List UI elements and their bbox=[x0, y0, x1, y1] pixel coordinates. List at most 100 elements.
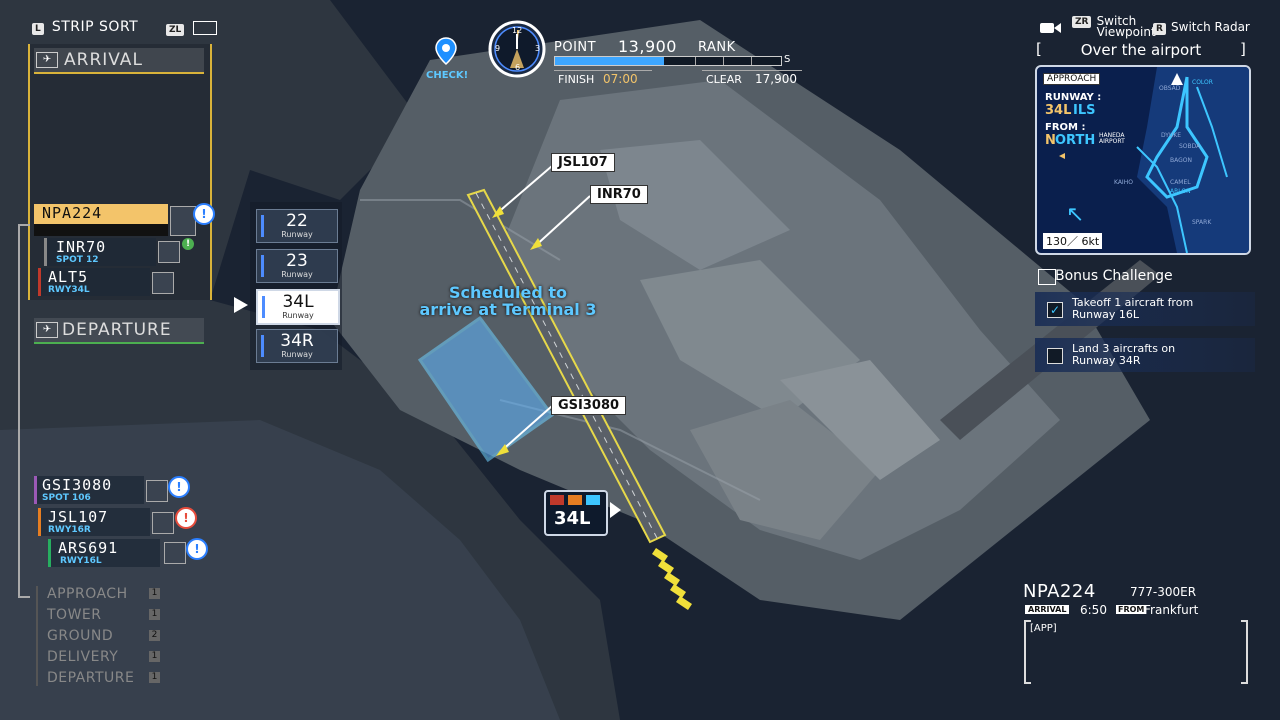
screen-toggle-icon bbox=[193, 20, 218, 35]
runway-option-22[interactable]: 22 Runway bbox=[256, 209, 338, 243]
category-count: 2 bbox=[149, 630, 160, 641]
callout-jsl107[interactable]: JSL107 bbox=[551, 153, 615, 172]
radar-from-value: ORTH bbox=[1055, 133, 1096, 148]
comm-log-panel: [APP] bbox=[1024, 620, 1248, 684]
runway-tag[interactable]: 34L bbox=[544, 490, 608, 536]
runway-option-name: 34R bbox=[280, 331, 314, 351]
selection-arrow-icon bbox=[234, 297, 248, 313]
landing-icon bbox=[170, 206, 196, 236]
info-time: 6:50 bbox=[1080, 603, 1107, 617]
rank-progress-bar bbox=[554, 56, 782, 66]
strip-callsign: GSI3080 bbox=[42, 476, 113, 494]
category-count: 1 bbox=[149, 672, 160, 683]
switch-radar-control[interactable]: R Switch Radar bbox=[1153, 16, 1250, 35]
runway-option-sub: Runway bbox=[281, 270, 313, 279]
clock-number: 9 bbox=[495, 44, 501, 53]
category-departure[interactable]: DEPARTURE bbox=[47, 670, 134, 686]
radar-runway-ils: ILS bbox=[1073, 103, 1096, 118]
alert-icon: ! bbox=[168, 476, 190, 498]
strip-callsign: NPA224 bbox=[42, 204, 103, 222]
runway-option-name: 22 bbox=[286, 211, 308, 231]
strip-jsl107[interactable]: JSL107 RWY16R bbox=[38, 508, 150, 536]
callout-inr70[interactable]: INR70 bbox=[590, 185, 648, 204]
radar-minimap[interactable]: APPROACH RUNWAY : 34L ILS FROM : N ORTH … bbox=[1035, 65, 1251, 255]
strip-sort-label: STRIP SORT bbox=[51, 19, 139, 35]
runway-tag-label: 34L bbox=[554, 508, 591, 529]
point-value: 13,900 bbox=[618, 37, 677, 56]
clock-number: 12 bbox=[512, 26, 523, 35]
radar-fix-label: BAGON bbox=[1170, 157, 1192, 164]
info-from-tag: FROM bbox=[1116, 605, 1147, 614]
radar-from-label: FROM : bbox=[1045, 122, 1086, 133]
divider bbox=[554, 70, 652, 71]
strip-gsi3080[interactable]: GSI3080 SPOT 106 bbox=[34, 476, 144, 504]
strip-inr70[interactable]: INR70 SPOT 12 bbox=[44, 238, 156, 266]
radar-runway-value: 34L bbox=[1045, 103, 1072, 118]
runway-option-sub: Runway bbox=[281, 230, 313, 239]
ground-icon bbox=[158, 241, 180, 263]
clear-label: CLEAR bbox=[706, 73, 742, 86]
bonus-item-text: Takeoff 1 aircraft from Runway 16L bbox=[1072, 296, 1194, 321]
aircraft-marker-icon bbox=[1059, 153, 1065, 159]
point-label: POINT bbox=[554, 40, 597, 55]
bonus-title: Bonus Challenge bbox=[1055, 268, 1173, 284]
document-icon bbox=[1038, 269, 1056, 285]
category-count: 1 bbox=[149, 651, 160, 662]
rank-letter: S bbox=[784, 54, 791, 65]
category-delivery[interactable]: DELIVERY bbox=[47, 649, 118, 665]
zr-button-key: ZR bbox=[1072, 16, 1092, 28]
divider bbox=[702, 70, 802, 71]
l-button-key: L bbox=[32, 23, 44, 35]
strip-sub: RWY16R bbox=[48, 525, 91, 535]
category-approach[interactable]: APPROACH bbox=[47, 586, 128, 602]
comm-log-text: [APP] bbox=[1030, 623, 1057, 634]
radar-fix-label: SPARK bbox=[1192, 219, 1212, 226]
runway-option-34r[interactable]: 34R Runway bbox=[256, 329, 338, 363]
radar-runway-label: RUNWAY : bbox=[1045, 92, 1102, 103]
strip-ars691[interactable]: ARS691 RWY16L bbox=[48, 539, 160, 567]
rank-label: RANK bbox=[698, 40, 736, 55]
check-marker[interactable] bbox=[432, 36, 460, 66]
rank-progress-fill bbox=[555, 57, 664, 65]
alert-icon: ! bbox=[186, 538, 208, 560]
clock-number: 3 bbox=[535, 44, 541, 53]
departure-header-label: DEPARTURE bbox=[62, 320, 172, 340]
strip-callsign: JSL107 bbox=[48, 508, 109, 526]
runway-option-23[interactable]: 23 Runway bbox=[256, 249, 338, 283]
radar-wind: 130／ 6kt bbox=[1043, 233, 1103, 249]
strip-callsign: ALT5 bbox=[48, 268, 89, 286]
switch-viewpoint-control[interactable]: ZR Switch Viewpoint bbox=[1072, 15, 1156, 40]
category-count: 1 bbox=[149, 609, 160, 620]
status-light-red bbox=[550, 495, 564, 505]
strip-npa224-detail bbox=[34, 224, 168, 236]
category-ground[interactable]: GROUND bbox=[47, 628, 113, 644]
departure-plane-icon: ✈ bbox=[36, 322, 58, 338]
strip-sort-control[interactable]: L STRIP SORT bbox=[32, 16, 138, 35]
gate-icon bbox=[146, 480, 168, 502]
location-pin-icon bbox=[435, 37, 457, 66]
bracket-right: ] bbox=[1240, 40, 1246, 58]
category-tower[interactable]: TOWER bbox=[47, 607, 102, 623]
switch-radar-label: Switch Radar bbox=[1171, 20, 1250, 34]
finish-value: 07:00 bbox=[603, 72, 638, 86]
runway-option-sub: Runway bbox=[282, 311, 314, 320]
strip-alt5[interactable]: ALT5 RWY34L bbox=[38, 268, 150, 296]
camera-icon bbox=[1040, 18, 1061, 37]
callout-gsi3080[interactable]: GSI3080 bbox=[551, 396, 627, 415]
strip-sub: SPOT 106 bbox=[42, 493, 91, 503]
bonus-item: ✓ Takeoff 1 aircraft from Runway 16L bbox=[1035, 292, 1255, 326]
zl-button-key: ZL bbox=[166, 24, 185, 36]
strip-sub: SPOT 12 bbox=[56, 255, 99, 265]
arrival-plane-icon: ✈ bbox=[36, 52, 58, 68]
runway-option-name: 23 bbox=[286, 251, 308, 271]
departure-header: ✈ DEPARTURE bbox=[34, 318, 204, 344]
strip-sub: RWY16L bbox=[60, 556, 102, 566]
zl-toggle[interactable]: ZL bbox=[166, 17, 218, 36]
arrival-header: ✈ ARRIVAL bbox=[34, 48, 204, 74]
runway-option-34l[interactable]: 34L Runway bbox=[256, 289, 340, 325]
warning-icon: ! bbox=[175, 507, 197, 529]
bonus-item: Land 3 aircrafts on Runway 34R bbox=[1035, 338, 1255, 372]
strip-npa224[interactable]: NPA224 bbox=[34, 204, 168, 224]
strip-bracket bbox=[18, 224, 30, 598]
strip-callsign: INR70 bbox=[56, 238, 107, 256]
